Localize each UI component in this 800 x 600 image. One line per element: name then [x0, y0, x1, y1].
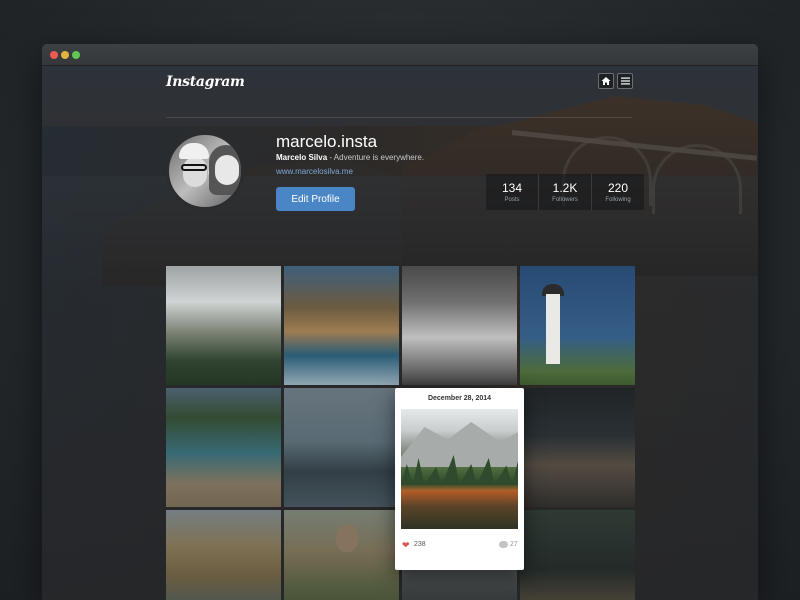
comment-icon[interactable] — [499, 541, 508, 548]
zoom-window-button[interactable] — [72, 51, 80, 59]
photo-tile[interactable] — [520, 388, 635, 507]
top-navigation: Instagram — [166, 66, 633, 118]
instagram-logo[interactable]: Instagram — [166, 74, 245, 90]
profile-avatar[interactable] — [166, 132, 244, 210]
home-icon — [601, 77, 611, 85]
heart-icon[interactable]: ❤ — [402, 540, 410, 551]
photo-tile[interactable] — [284, 388, 399, 507]
profile-bio-text: - Adventure is everywhere. — [327, 153, 425, 162]
profile-website-link[interactable]: www.marcelosilva.me — [276, 167, 353, 176]
popup-photo[interactable] — [401, 409, 518, 529]
stat-following[interactable]: 220 Following — [591, 174, 644, 210]
hot-air-balloon — [336, 524, 358, 552]
comment-count: 27 — [510, 541, 518, 548]
stat-posts[interactable]: 134 Posts — [486, 174, 538, 210]
menu-button[interactable] — [617, 73, 633, 89]
lighthouse-tower — [546, 294, 560, 364]
like-count: 238 — [414, 541, 426, 548]
photo-tile[interactable] — [520, 266, 635, 385]
popup-date: December 28, 2014 — [427, 395, 492, 402]
photo-tile[interactable] — [166, 510, 281, 600]
close-window-button[interactable] — [50, 51, 58, 59]
profile-username: marcelo.insta — [276, 132, 378, 151]
photo-tile[interactable] — [166, 388, 281, 507]
window-titlebar — [42, 44, 758, 66]
profile-full-name: Marcelo Silva — [276, 153, 328, 162]
avatar-glasses — [181, 164, 207, 171]
home-button[interactable] — [598, 73, 614, 89]
edit-profile-button[interactable]: Edit Profile — [276, 187, 355, 211]
photo-tile[interactable] — [284, 510, 399, 600]
photo-popup-card[interactable]: December 28, 2014 ❤ 238 27 — [395, 388, 524, 570]
photo-tile[interactable] — [520, 510, 635, 600]
browser-window: Instagram marcelo.insta Marcelo Silva - … — [42, 44, 758, 600]
profile-stats: 134 Posts 1.2K Followers 220 Following — [486, 174, 644, 210]
stat-value: 134 — [501, 181, 523, 195]
stat-followers[interactable]: 1.2K Followers — [538, 174, 591, 210]
avatar-cap — [179, 143, 209, 159]
photo-water — [401, 491, 518, 529]
photo-tile[interactable] — [284, 266, 399, 385]
photo-tile[interactable] — [402, 266, 517, 385]
stat-value: 220 — [607, 181, 629, 195]
popup-footer: ❤ 238 27 — [395, 537, 524, 557]
stat-label: Following — [605, 197, 631, 203]
menu-icon — [620, 77, 630, 85]
avatar-face — [215, 155, 239, 185]
photo-tile[interactable] — [166, 266, 281, 385]
stat-label: Followers — [552, 197, 578, 203]
avatar-face — [183, 157, 207, 187]
minimize-window-button[interactable] — [61, 51, 69, 59]
stat-label: Posts — [504, 197, 520, 203]
profile-bio: Marcelo Silva - Adventure is everywhere. — [276, 153, 424, 162]
stat-value: 1.2K — [552, 181, 578, 195]
